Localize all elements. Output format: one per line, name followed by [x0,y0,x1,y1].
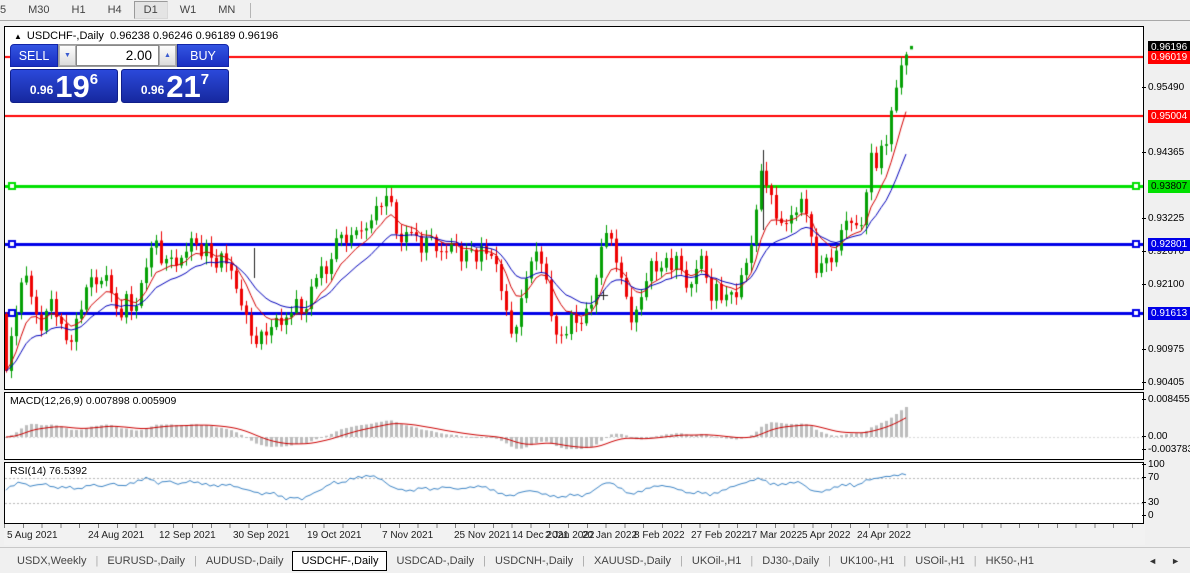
axis-label-0.96019: 0.96019 [1148,51,1190,64]
axis-tick [1142,152,1146,153]
axis-label-0.93807: 0.93807 [1148,180,1190,193]
collapse-triangle-icon[interactable]: ▲ [14,32,22,41]
macd-indicator-panel: MACD(12,26,9) 0.007898 0.005909 [4,392,1144,460]
volume-input[interactable] [76,45,159,66]
macd-label: MACD(12,26,9) 0.007898 0.005909 [10,395,177,407]
rsi-canvas[interactable] [5,463,1143,523]
symbol-tab-bar: USDX,Weekly | EURUSD-,Daily | AUDUSD-,Daily U… [0,547,1190,573]
date-axis: 5 Aug 2021 24 Aug 2021 12 Sep 2021 30 Sep 2… [4,524,1145,545]
axis-label-70: 70 [1142,472,1159,483]
sell-button[interactable]: SELL [10,44,58,67]
date-label: 7 Nov 2021 [382,530,434,541]
sell-price-sup: 6 [89,71,99,88]
buy-price-button[interactable]: 0.96 21 7 [121,69,229,103]
one-click-trade-panel: SELL ▼ ▲ BUY 0.96 19 6 0.96 21 7 [10,44,229,103]
volume-decrease-button[interactable]: ▼ [59,45,76,66]
axis-label-0.008455: 0.008455 [1142,394,1190,405]
toolbar-separator [250,2,252,18]
axis-label-0.91613: 0.91613 [1148,307,1190,320]
buy-price-prefix: 0.96 [140,83,165,97]
buy-price-big: 21 [166,68,201,104]
timeframe-button-m30[interactable]: M30 [18,1,59,19]
axis-tick [1142,464,1146,465]
tab-eurusddaily[interactable]: EURUSD-,Daily [98,551,194,571]
axis-label-30: 30 [1142,497,1159,508]
timeframe-button-d1[interactable]: D1 [133,1,168,19]
axis-label-0.93225: 0.93225 [1142,213,1184,224]
sell-price-big: 19 [55,68,90,104]
tab-uk100h1[interactable]: UK100-,H1 [831,551,903,571]
axis-label-0.90405: 0.90405 [1142,377,1184,388]
axis-label-0.92801: 0.92801 [1148,238,1190,251]
date-label: 27 Feb 2022 [691,530,748,541]
axis-label-0.00: 0.00 [1142,431,1167,442]
timeframe-button-h4[interactable]: H4 [98,1,132,19]
volume-spinner: ▼ ▲ [58,44,177,67]
timeframe-button-mn[interactable]: MN [208,1,245,19]
buy-price-sup: 7 [200,71,210,88]
tab-ukoilh1[interactable]: UKOil-,H1 [683,551,751,571]
date-label: 19 Oct 2021 [307,530,362,541]
tab-usdchfdaily[interactable]: USDCHF-,Daily [292,550,388,571]
axis-label-0.94365: 0.94365 [1142,147,1184,158]
axis-tick [1142,218,1146,219]
tab-usdcaddaily[interactable]: USDCAD-,Daily [387,551,483,571]
date-label: 24 Apr 2022 [857,530,911,541]
axis-tick [1142,449,1146,450]
date-tick-marks [4,524,1145,528]
axis-tick [1142,349,1146,350]
date-label: 5 Apr 2022 [802,530,851,541]
axis-tick [1142,515,1146,516]
trading-terminal: { "toolbar": { "timeframes": ["5","M30",… [0,0,1190,573]
rsi-label: RSI(14) 76.5392 [10,465,88,477]
axis-label-100: 100 [1142,459,1165,470]
tab-scroll-arrows: ◄ ► [1148,556,1180,566]
tab-usdxweekly[interactable]: USDX,Weekly [8,551,95,571]
sell-price-prefix: 0.96 [29,83,54,97]
timeframe-button-w1[interactable]: W1 [170,1,207,19]
date-label: 20 Jan 2022 [582,530,638,541]
tab-audusddaily[interactable]: AUDUSD-,Daily [197,551,293,571]
tab-dj30daily[interactable]: DJ30-,Daily [753,551,828,571]
date-label: 8 Feb 2022 [634,530,685,541]
date-label: 12 Sep 2021 [159,530,216,541]
axis-label-0.90975: 0.90975 [1142,344,1184,355]
axis-tick [1142,436,1146,437]
axis-label-0.92100: 0.92100 [1142,279,1184,290]
tab-xauusddaily[interactable]: XAUUSD-,Daily [585,551,680,571]
tab-scroll-left-icon[interactable]: ◄ [1148,556,1157,566]
axis-tick [1142,502,1146,503]
axis-tick [1142,251,1146,252]
chart-symbol-label: USDCHF-,Daily [26,30,104,42]
date-label: 24 Aug 2021 [88,530,145,541]
axis-label-0.95004: 0.95004 [1148,110,1190,123]
chart-ohlc-values: 0.96238 0.96246 0.96189 0.96196 [110,30,279,42]
tab-usoilh1[interactable]: USOil-,H1 [906,551,974,571]
axis-tick [1142,284,1146,285]
timeframe-button-h1[interactable]: H1 [62,1,96,19]
volume-increase-button[interactable]: ▲ [159,45,176,66]
axis-label-0: 0 [1142,510,1154,521]
date-label: 30 Sep 2021 [233,530,290,541]
timeframe-button-5[interactable]: 5 [0,1,16,19]
date-label: 25 Nov 2021 [454,530,511,541]
axis-tick [1142,477,1146,478]
axis-label--0.003783: -0.003783 [1142,444,1190,455]
tab-hk50h1[interactable]: HK50-,H1 [977,551,1043,571]
tab-scroll-right-icon[interactable]: ► [1171,556,1180,566]
rsi-indicator-panel: RSI(14) 76.5392 [4,462,1144,524]
date-label: 17 Mar 2022 [746,530,803,541]
axis-label-0.95490: 0.95490 [1142,82,1184,93]
date-label: 5 Aug 2021 [7,530,58,541]
chart-title: ▲ USDCHF-,Daily 0.96238 0.96246 0.96189 0… [14,30,278,42]
sell-price-button[interactable]: 0.96 19 6 [10,69,118,103]
axis-tick [1142,87,1146,88]
tab-usdcnhdaily[interactable]: USDCNH-,Daily [486,551,582,571]
buy-button[interactable]: BUY [177,44,229,67]
axis-tick [1142,399,1146,400]
timeframe-toolbar: 5 M30 H1 H4 D1 W1 MN [0,0,1190,21]
axis-tick [1142,382,1146,383]
